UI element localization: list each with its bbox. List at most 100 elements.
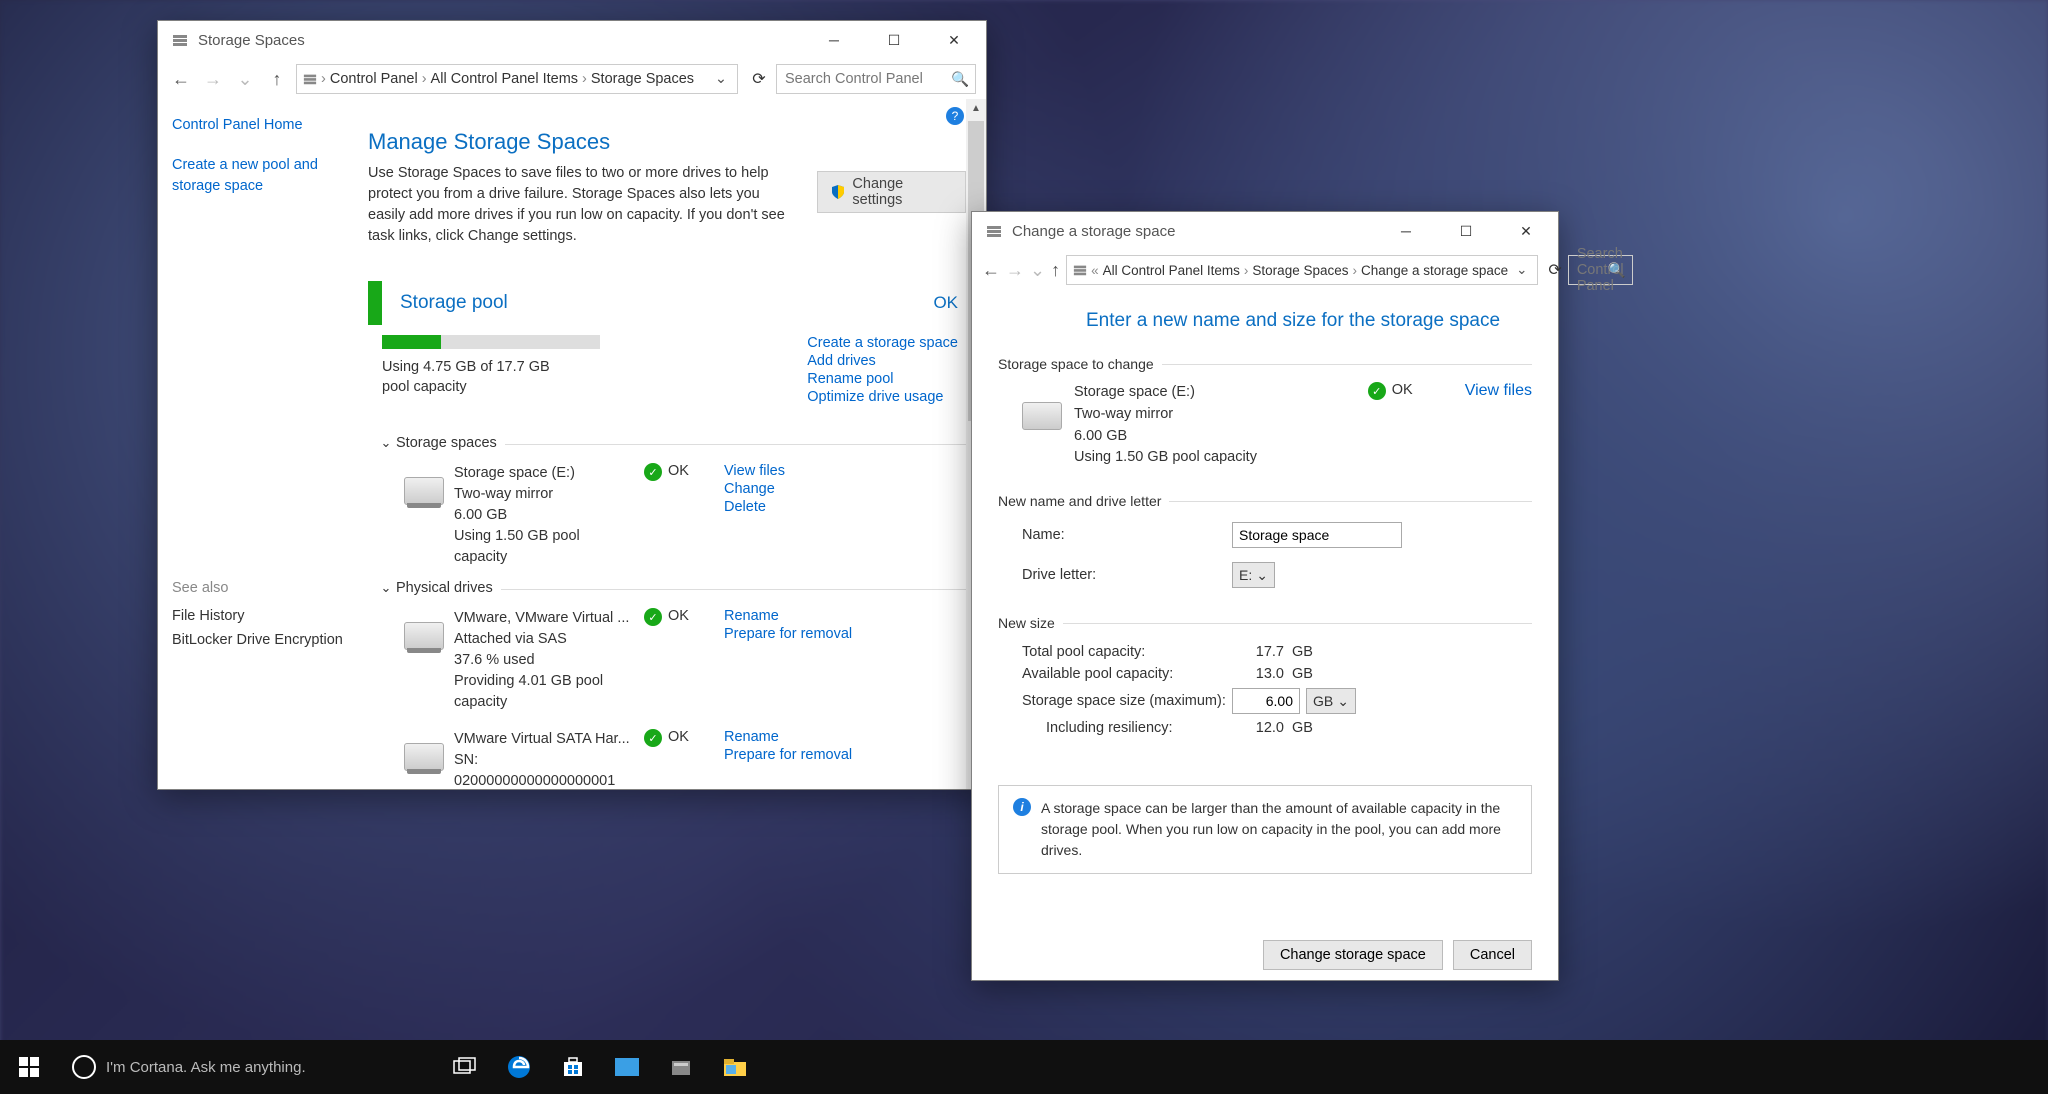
minimize-button[interactable]: ─ xyxy=(804,21,864,59)
search-icon: 🔍 xyxy=(1607,262,1625,279)
nav-back-icon[interactable]: ← xyxy=(982,257,1000,283)
link-rename[interactable]: Rename xyxy=(724,729,852,745)
sidebar-file-history[interactable]: File History xyxy=(172,604,354,628)
chevron-down-icon: ⌄ xyxy=(1337,693,1349,710)
name-label: Name: xyxy=(1022,527,1232,543)
storage-space-row: Storage space (E:) Two-way mirror 6.00 G… xyxy=(376,455,986,576)
drive-letter-label: Drive letter: xyxy=(1022,567,1232,583)
change-storage-space-button[interactable]: Change storage space xyxy=(1263,940,1443,970)
cancel-button[interactable]: Cancel xyxy=(1453,940,1532,970)
drive-letter-select[interactable]: E:⌄ xyxy=(1232,562,1275,588)
storage-icon xyxy=(1073,263,1087,277)
cortana-search[interactable]: I'm Cortana. Ask me anything. xyxy=(58,1045,438,1089)
storage-icon xyxy=(984,221,1004,241)
titlebar[interactable]: Storage Spaces ─ ☐ ✕ xyxy=(158,21,986,59)
nav-up-icon[interactable]: ↑ xyxy=(264,66,290,92)
ok-icon: ✓ xyxy=(644,463,662,481)
expander-drives[interactable]: ⌄ Physical drives xyxy=(376,576,986,600)
usage-bar xyxy=(382,335,600,349)
chevron-down-icon[interactable]: ⌄ xyxy=(711,71,731,87)
sidebar-home[interactable]: Control Panel Home xyxy=(172,111,354,139)
storage-spaces-window: Storage Spaces ─ ☐ ✕ ← → ⌄ ↑ › Control P… xyxy=(157,20,987,790)
title-text: Change a storage space xyxy=(1012,223,1376,240)
link-prepare-removal[interactable]: Prepare for removal xyxy=(724,747,852,763)
drive-icon xyxy=(404,743,444,771)
minimize-button[interactable]: ─ xyxy=(1376,212,1436,250)
edge-icon[interactable] xyxy=(492,1040,546,1094)
explorer-icon[interactable] xyxy=(708,1040,762,1094)
cortana-icon xyxy=(72,1055,96,1079)
drive-icon xyxy=(404,622,444,650)
nav-recent-icon[interactable]: ⌄ xyxy=(1030,257,1045,283)
change-storage-space-window: Change a storage space ─ ☐ ✕ ← → ⌄ ↑ « A… xyxy=(971,211,1559,981)
start-button[interactable] xyxy=(0,1040,58,1094)
see-also-label: See also xyxy=(172,580,354,604)
expander-spaces[interactable]: ⌄ Storage spaces xyxy=(376,431,986,455)
link-prepare-removal[interactable]: Prepare for removal xyxy=(724,626,852,642)
nav-recent-icon[interactable]: ⌄ xyxy=(232,66,258,92)
link-change[interactable]: Change xyxy=(724,481,785,497)
chevron-down-icon[interactable]: ⌄ xyxy=(1512,262,1531,278)
usage-text: Using 4.75 GB of 17.7 GB pool capacity xyxy=(382,357,562,398)
maximize-button[interactable]: ☐ xyxy=(864,21,924,59)
title-text: Storage Spaces xyxy=(198,32,804,49)
drive-icon xyxy=(404,477,444,505)
store-icon[interactable] xyxy=(546,1040,600,1094)
page-title: Enter a new name and size for the storag… xyxy=(998,300,1532,350)
refresh-icon[interactable]: ⟳ xyxy=(1548,259,1561,281)
chevron-down-icon: ⌄ xyxy=(376,580,396,596)
link-delete[interactable]: Delete xyxy=(724,499,785,515)
nav-back-icon[interactable]: ← xyxy=(168,66,194,92)
scroll-up-icon[interactable]: ▲ xyxy=(966,99,986,119)
close-button[interactable]: ✕ xyxy=(924,21,984,59)
nav-forward-icon: → xyxy=(1006,257,1024,283)
link-create-space[interactable]: Create a storage space xyxy=(807,335,958,351)
breadcrumb[interactable]: « All Control Panel Items› Storage Space… xyxy=(1066,255,1538,285)
nav-up-icon[interactable]: ↑ xyxy=(1051,257,1060,283)
ok-icon: ✓ xyxy=(1368,382,1386,400)
task-view-icon[interactable] xyxy=(438,1040,492,1094)
nav-row: ← → ⌄ ↑ « All Control Panel Items› Stora… xyxy=(972,250,1558,290)
storage-icon xyxy=(303,72,317,86)
ok-icon: ✓ xyxy=(644,729,662,747)
name-input[interactable] xyxy=(1232,522,1402,548)
sidebar-new-pool[interactable]: Create a new pool and storage space xyxy=(172,151,354,200)
link-view-files[interactable]: View files xyxy=(1465,382,1532,400)
nav-forward-icon: → xyxy=(200,66,226,92)
taskbar-app-icon[interactable] xyxy=(600,1040,654,1094)
maximize-button[interactable]: ☐ xyxy=(1436,212,1496,250)
page-title: Manage Storage Spaces xyxy=(368,127,793,163)
shield-icon xyxy=(830,184,846,200)
link-add-drives[interactable]: Add drives xyxy=(807,353,958,369)
main-panel: ?⌃ Manage Storage Spaces Use Storage Spa… xyxy=(368,99,986,789)
ok-icon: ✓ xyxy=(644,608,662,626)
close-button[interactable]: ✕ xyxy=(1496,212,1556,250)
search-icon: 🔍 xyxy=(951,71,969,88)
max-size-input[interactable] xyxy=(1232,688,1300,714)
nav-row: ← → ⌄ ↑ › Control Panel› All Control Pan… xyxy=(158,59,986,99)
help-icon[interactable]: ? xyxy=(946,107,964,125)
sidebar-bitlocker[interactable]: BitLocker Drive Encryption xyxy=(172,628,354,652)
link-view-files[interactable]: View files xyxy=(724,463,785,479)
info-box: i A storage space can be larger than the… xyxy=(998,785,1532,874)
taskbar-app-icon[interactable] xyxy=(654,1040,708,1094)
titlebar[interactable]: Change a storage space ─ ☐ ✕ xyxy=(972,212,1558,250)
chevron-down-icon: ⌄ xyxy=(376,435,396,451)
link-rename-pool[interactable]: Rename pool xyxy=(807,371,958,387)
refresh-icon[interactable]: ⟳ xyxy=(748,68,770,90)
breadcrumb[interactable]: › Control Panel› All Control Panel Items… xyxy=(296,64,738,94)
search-input[interactable]: Search Control Panel 🔍 xyxy=(1568,255,1633,285)
drive-row: VMware Virtual SATA Har... SN: 020000000… xyxy=(376,721,986,789)
page-description: Use Storage Spaces to save files to two … xyxy=(368,163,793,247)
sidebar: Control Panel Home Create a new pool and… xyxy=(158,99,368,789)
drive-icon xyxy=(1022,402,1062,430)
link-optimize[interactable]: Optimize drive usage xyxy=(807,389,958,405)
size-unit-select[interactable]: GB⌄ xyxy=(1306,688,1356,714)
storage-icon xyxy=(170,30,190,50)
pool-header[interactable]: Storage pool OK xyxy=(368,281,986,325)
search-input[interactable]: Search Control Panel 🔍 xyxy=(776,64,976,94)
change-settings-button[interactable]: Change settings xyxy=(817,171,966,213)
link-rename[interactable]: Rename xyxy=(724,608,852,624)
drive-row: VMware, VMware Virtual ... Attached via … xyxy=(376,600,986,721)
taskbar[interactable]: I'm Cortana. Ask me anything. xyxy=(0,1040,2048,1094)
